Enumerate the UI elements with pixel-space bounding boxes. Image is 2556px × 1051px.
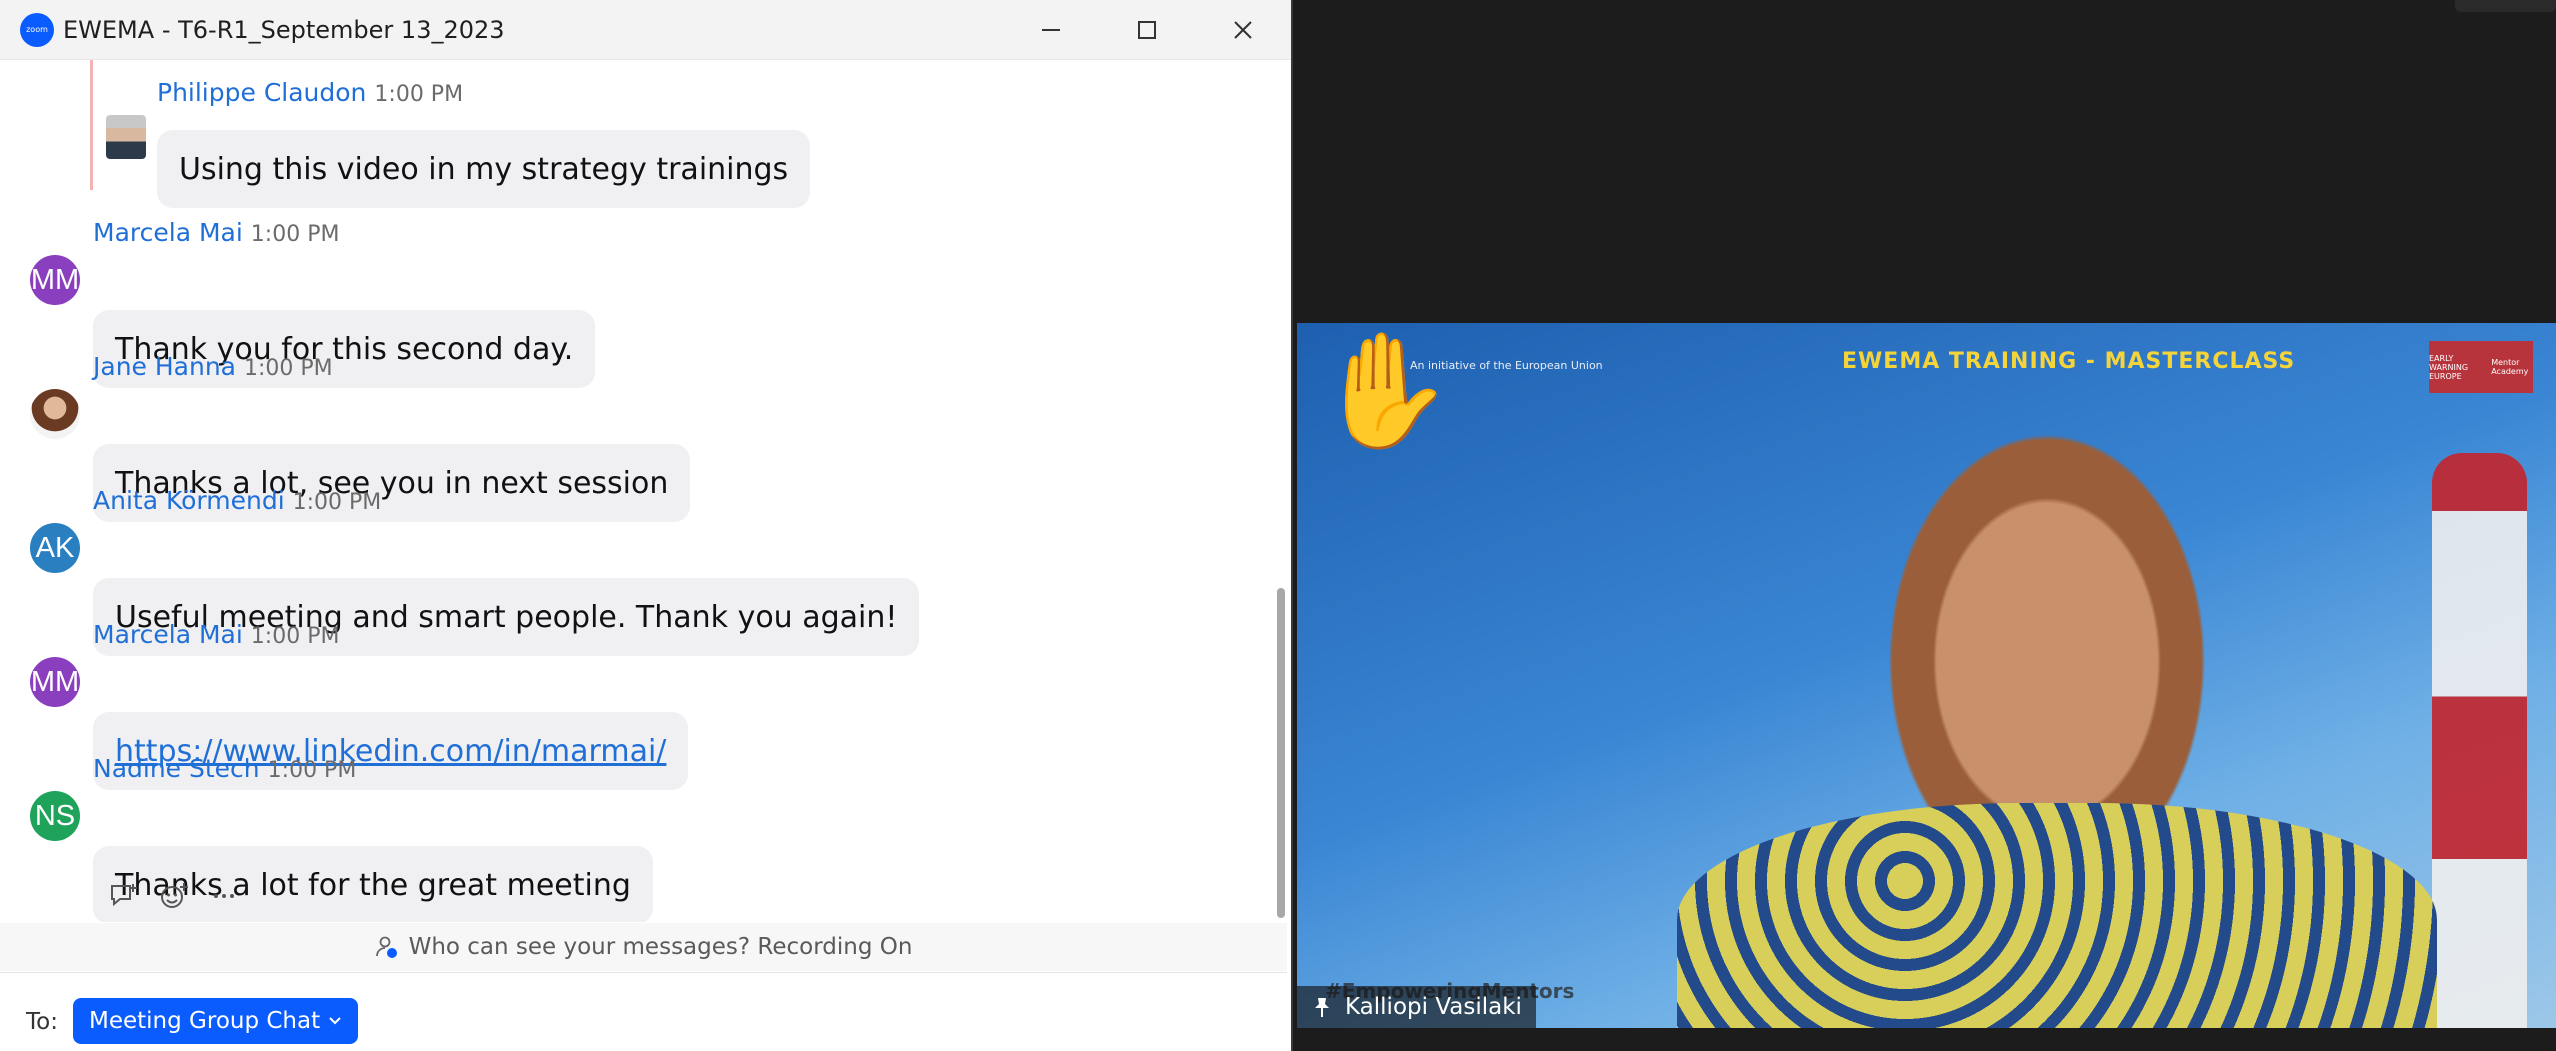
person-info-icon bbox=[375, 935, 399, 959]
message-actions bbox=[108, 880, 240, 912]
message-time: 1:00 PM bbox=[292, 490, 382, 515]
message-bubble[interactable]: Using this video in my strategy training… bbox=[157, 130, 811, 208]
sender-name[interactable]: Anita Körmendi bbox=[93, 486, 285, 515]
message-time: 1:00 PM bbox=[267, 758, 357, 783]
logo-left-text: EARLY WARNING EUROPE bbox=[2429, 353, 2469, 381]
message-meta: Philippe Claudon 1:00 PM bbox=[157, 78, 463, 107]
speaker-shirt bbox=[1677, 803, 2437, 1028]
message-time: 1:00 PM bbox=[250, 222, 340, 247]
avatar[interactable]: NS bbox=[30, 791, 80, 841]
top-toolbar-edge bbox=[2455, 0, 2556, 12]
window-title: EWEMA - T6-R1_September 13_2023 bbox=[63, 15, 505, 44]
app-icon-text: zoom bbox=[26, 25, 48, 34]
emoji-reaction-icon[interactable] bbox=[158, 880, 190, 912]
sender-name[interactable]: Marcela Mai bbox=[93, 620, 243, 649]
sponsor-logo: EARLY WARNING EUROPE Mentor Academy bbox=[2429, 341, 2533, 393]
zoom-app-icon: zoom bbox=[20, 12, 54, 47]
avatar[interactable]: MM bbox=[30, 657, 80, 707]
recipient-dropdown[interactable]: Meeting Group Chat bbox=[73, 998, 359, 1044]
participant-name-bar: Kalliopi Vasilaki bbox=[1297, 986, 1536, 1028]
raised-hand-icon: ✋ bbox=[1315, 328, 1455, 453]
video-tile[interactable]: ✋ An initiative of the European Union EW… bbox=[1297, 323, 2556, 1028]
message-meta: Nadine Stech 1:00 PM bbox=[93, 754, 356, 783]
close-icon[interactable] bbox=[1195, 0, 1291, 60]
quote-bar bbox=[90, 60, 93, 190]
minimize-icon[interactable] bbox=[1003, 0, 1099, 60]
scrollbar-thumb[interactable] bbox=[1277, 588, 1285, 918]
participant-name: Kalliopi Vasilaki bbox=[1345, 994, 1522, 1020]
avatar[interactable] bbox=[30, 389, 80, 439]
maximize-icon[interactable] bbox=[1099, 0, 1195, 60]
avatar[interactable]: AK bbox=[30, 523, 80, 573]
sender-name[interactable]: Philippe Claudon bbox=[157, 78, 366, 107]
avatar-initials: AK bbox=[35, 531, 75, 564]
message-meta: Anita Körmendi 1:00 PM bbox=[93, 486, 381, 515]
visibility-notice[interactable]: Who can see your messages? Recording On bbox=[0, 923, 1287, 971]
sender-name[interactable]: Nadine Stech bbox=[93, 754, 260, 783]
avatar-initials: MM bbox=[30, 263, 80, 296]
message-meta: Marcela Mai 1:00 PM bbox=[93, 620, 339, 649]
sender-name[interactable]: Marcela Mai bbox=[93, 218, 243, 247]
pin-icon[interactable] bbox=[1311, 996, 1333, 1018]
message-time: 1:00 PM bbox=[250, 624, 340, 649]
message-meta: Jane Hanna 1:00 PM bbox=[93, 352, 333, 381]
message-list[interactable]: Philippe Claudon 1:00 PM Using this video… bbox=[0, 60, 1273, 922]
message-time: 1:00 PM bbox=[374, 82, 464, 107]
avatar-initials: MM bbox=[30, 665, 80, 698]
reply-icon[interactable] bbox=[108, 880, 140, 912]
avatar-initials: NS bbox=[34, 799, 76, 832]
message-time: 1:00 PM bbox=[244, 356, 333, 381]
title-bar: zoom EWEMA - T6-R1_September 13_2023 bbox=[0, 0, 1291, 60]
avatar[interactable] bbox=[106, 115, 146, 159]
scrollbar[interactable] bbox=[1275, 60, 1287, 922]
recipient-label: Meeting Group Chat bbox=[89, 1008, 321, 1034]
chevron-down-icon bbox=[329, 1017, 341, 1025]
logo-right-text: Mentor Academy bbox=[2491, 358, 2529, 376]
message-text: Using this video in my strategy training… bbox=[179, 151, 789, 187]
banner-initiative-text: An initiative of the European Union bbox=[1410, 359, 1603, 372]
lighthouse-image bbox=[2432, 453, 2527, 1028]
sender-name[interactable]: Jane Hanna bbox=[93, 352, 236, 381]
to-label: To: bbox=[26, 1009, 58, 1035]
chat-window: zoom EWEMA - T6-R1_September 13_2023 Phi… bbox=[0, 0, 1293, 1051]
message-meta: Marcela Mai 1:00 PM bbox=[93, 218, 339, 247]
avatar[interactable]: MM bbox=[30, 255, 80, 305]
notice-text: Who can see your messages? Recording On bbox=[408, 934, 913, 960]
window-controls bbox=[1003, 0, 1291, 60]
banner-title: EWEMA TRAINING - MASTERCLASS bbox=[1842, 349, 2296, 374]
more-icon[interactable] bbox=[208, 880, 240, 912]
